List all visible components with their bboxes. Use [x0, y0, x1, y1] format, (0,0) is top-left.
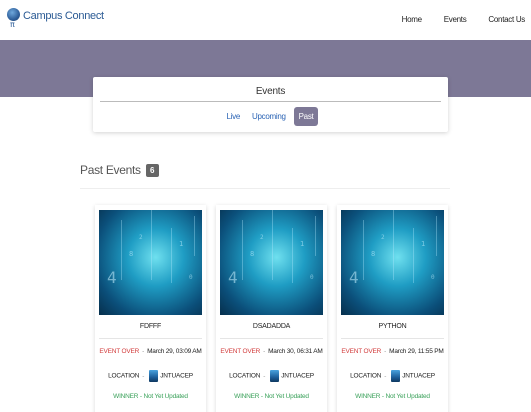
winner-value: Not Yet Updated [385, 393, 431, 400]
nav-links: Home Events Contact Us [380, 15, 526, 24]
event-location-row: LOCATION - JNTUACEP [216, 370, 327, 382]
nav-link-home[interactable]: Home [402, 15, 422, 24]
event-image: 4 8 2 1 0 [341, 210, 444, 315]
section-header: Past Events 6 [80, 163, 159, 177]
event-status: EVENT OVER [341, 348, 382, 355]
separator: - [142, 348, 145, 355]
divider [341, 338, 444, 339]
separator: - [263, 372, 266, 380]
location-name: JNTUACEP [281, 372, 314, 380]
event-name: PYTHON [378, 323, 407, 330]
event-tabs: Live Upcoming Past [93, 107, 448, 126]
winner-label: WINNER [113, 393, 139, 400]
divider [220, 338, 323, 339]
event-date: March 29, 03:09 AM [147, 348, 202, 355]
separator: - [263, 348, 266, 355]
location-label: LOCATION [108, 372, 140, 380]
divider [100, 101, 441, 102]
college-logo-icon [391, 370, 401, 382]
event-location-row: LOCATION - JNTUACEP [95, 370, 206, 382]
separator: - [384, 372, 387, 380]
divider [99, 338, 202, 339]
tab-upcoming[interactable]: Upcoming [248, 108, 290, 125]
section-title: Past Events [80, 163, 141, 177]
tab-past[interactable]: Past [293, 107, 319, 126]
event-card[interactable]: 4 8 2 1 0 DSADADDA EVENT OVER - March 30, … [216, 205, 327, 412]
event-date: March 29, 11:55 PM [389, 348, 444, 355]
event-date: March 30, 06:31 AM [268, 348, 323, 355]
nav-link-contact[interactable]: Contact Us [488, 15, 525, 24]
location-label: LOCATION [229, 372, 261, 380]
events-title: Events [255, 86, 286, 97]
event-winner-row: WINNER - Not Yet Updated [95, 393, 206, 400]
event-name: FDFFF [139, 323, 162, 330]
events-tab-card: Events Live Upcoming Past [93, 77, 448, 132]
location-label: LOCATION [350, 372, 382, 380]
event-location-row: LOCATION - JNTUACEP [337, 370, 448, 382]
event-image: 4 8 2 1 0 [220, 210, 323, 315]
event-status: EVENT OVER [99, 348, 140, 355]
event-card[interactable]: 4 8 2 1 0 PYTHON EVENT OVER - March 29, 11… [337, 205, 448, 412]
event-status-row: EVENT OVER - March 30, 06:31 AM [216, 348, 327, 355]
nav-link-events[interactable]: Events [444, 15, 467, 24]
event-status-row: EVENT OVER - March 29, 11:55 PM [337, 348, 448, 355]
separator: - [142, 372, 145, 380]
event-name: DSADADDA [252, 323, 291, 330]
brand[interactable]: π Campus Connect [7, 8, 104, 30]
navbar: π Campus Connect Home Events Contact Us [0, 0, 531, 40]
event-winner-row: WINNER - Not Yet Updated [337, 393, 448, 400]
winner-label: WINNER [234, 393, 260, 400]
event-winner-row: WINNER - Not Yet Updated [216, 393, 327, 400]
event-status: EVENT OVER [220, 348, 261, 355]
location-name: JNTUACEP [402, 372, 435, 380]
college-logo-icon [149, 370, 159, 382]
college-logo-icon [270, 370, 280, 382]
brand-name: Campus Connect [23, 10, 104, 22]
location-name: JNTUACEP [160, 372, 193, 380]
divider [80, 188, 450, 189]
winner-label: WINNER [355, 393, 381, 400]
winner-value: Not Yet Updated [264, 393, 310, 400]
winner-value: Not Yet Updated [143, 393, 189, 400]
separator: - [384, 348, 387, 355]
tab-live[interactable]: Live [223, 108, 244, 125]
event-card[interactable]: 4 8 2 1 0 FDFFF EVENT OVER - March 29, 03:… [95, 205, 206, 412]
count-badge: 6 [145, 163, 159, 177]
event-status-row: EVENT OVER - March 29, 03:09 AM [95, 348, 206, 355]
event-image: 4 8 2 1 0 [99, 210, 202, 315]
globe-icon: π [7, 8, 21, 30]
